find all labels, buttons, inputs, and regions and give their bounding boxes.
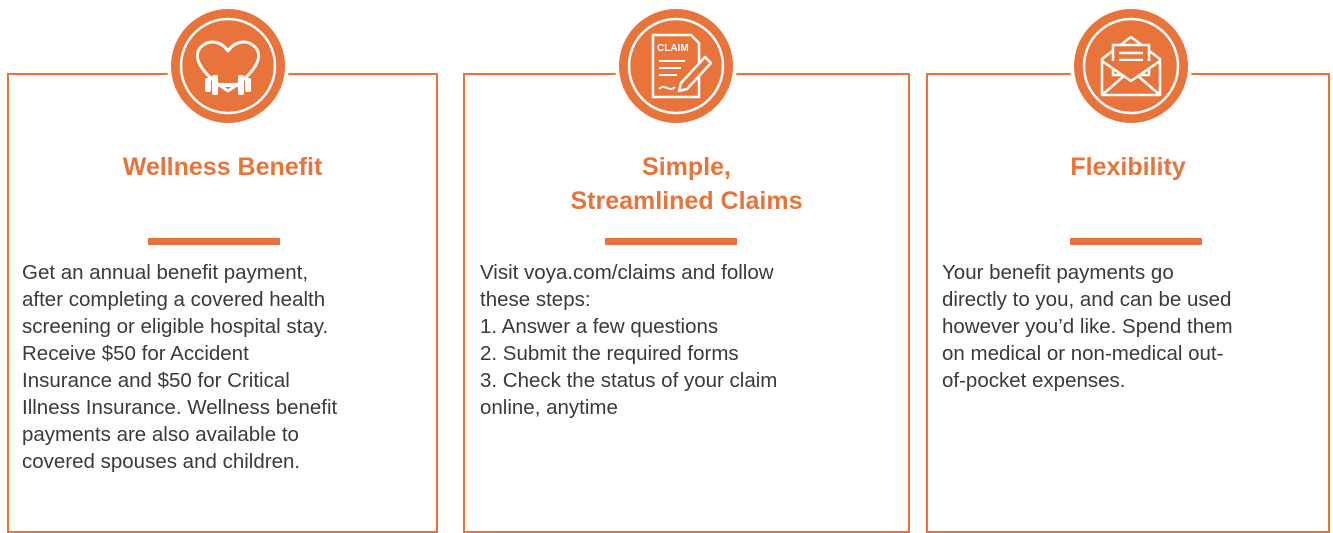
card-description: Your benefit payments go directly to you… — [942, 261, 1233, 392]
heart-dumbbell-icon — [167, 5, 289, 127]
svg-text:CLAIM: CLAIM — [657, 43, 689, 54]
title-underline — [148, 238, 280, 245]
card-title: Flexibility — [1070, 153, 1186, 181]
envelope-icon — [1070, 5, 1192, 127]
card-title: Simple, Streamlined Claims — [570, 153, 803, 215]
claim-form-icon: CLAIM — [615, 5, 737, 127]
card-description: Visit voya.com/claims and follow these s… — [480, 261, 778, 419]
card-description: Get an annual benefit payment, after com… — [22, 261, 338, 473]
title-underline — [605, 238, 737, 245]
card-title: Wellness Benefit — [122, 153, 323, 181]
title-underline — [1070, 238, 1202, 245]
